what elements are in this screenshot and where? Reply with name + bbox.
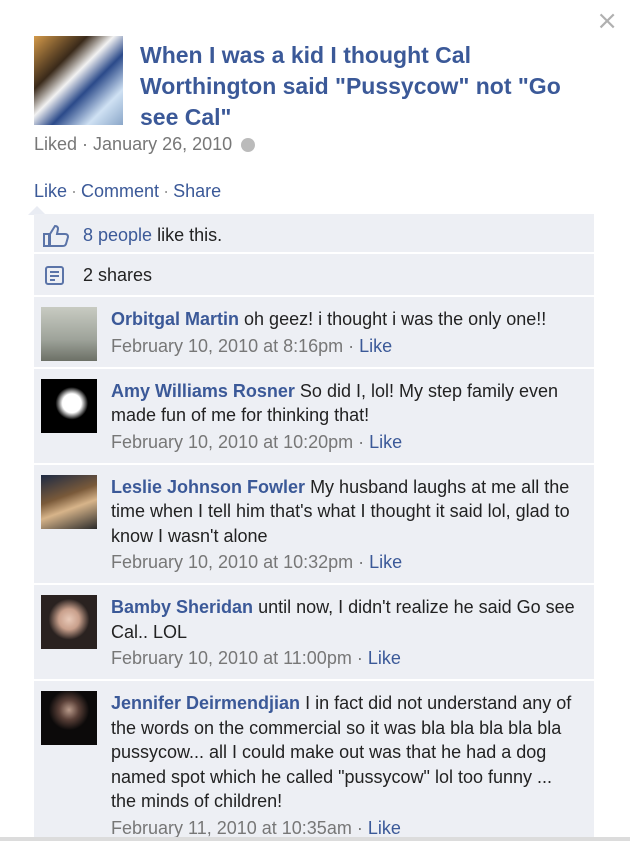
post-photo[interactable] [34,36,123,125]
comment-item: Jennifer Deirmendjian I in fact did not … [34,681,594,841]
comment-time[interactable]: February 10, 2010 at 11:00pm [111,648,352,668]
share-icon [42,264,66,293]
globe-icon [241,138,256,152]
commenter-name[interactable]: Jennifer Deirmendjian [111,693,300,713]
comment-item: Orbitgal Martin oh geez! i thought i was… [34,297,594,369]
thumbs-up-icon [42,224,70,253]
shares-summary: 2 shares [34,254,594,297]
post-meta: Liked · January 26, 2010 [34,134,256,155]
likes-summary: 8 people like this. [34,214,594,254]
comment-like-link[interactable]: Like [369,432,402,452]
post-date[interactable]: January 26, 2010 [93,134,232,154]
comment-time[interactable]: February 10, 2010 at 10:32pm [111,552,353,572]
comment-link[interactable]: Comment [81,181,159,201]
commenter-name[interactable]: Orbitgal Martin [111,309,239,329]
liked-status: Liked [34,134,78,154]
comment-text: oh geez! i thought i was the only one!! [244,309,547,329]
comment-like-link[interactable]: Like [368,648,401,668]
commenter-avatar[interactable] [41,307,97,361]
shares-link[interactable]: 2 shares [83,265,152,286]
commenter-name[interactable]: Bamby Sheridan [111,597,253,617]
commenter-avatar[interactable] [41,691,97,745]
comment-time[interactable]: February 10, 2010 at 10:20pm [111,432,353,452]
like-link[interactable]: Like [34,181,67,201]
post-actions: Like · Comment · Share [34,181,222,201]
commenter-name[interactable]: Amy Williams Rosner [111,381,295,401]
post-title[interactable]: When I was a kid I thought Cal Worthingt… [140,40,590,133]
comment-like-link[interactable]: Like [369,552,402,572]
horizontal-scrollbar[interactable] [0,837,630,841]
commenter-avatar[interactable] [41,378,97,433]
share-link[interactable]: Share [173,181,221,201]
likes-count-link[interactable]: 8 people [83,225,152,245]
close-icon[interactable]: × [596,8,618,34]
comment-like-link[interactable]: Like [368,818,401,838]
comment-item: Leslie Johnson Fowler My husband laughs … [34,464,594,585]
comment-item: Amy Williams Rosner So did I, lol! My st… [34,368,594,465]
comment-item: Bamby Sheridan until now, I didn't reali… [34,585,594,681]
commenter-avatar[interactable] [41,595,97,649]
comment-time[interactable]: February 11, 2010 at 10:35am [111,818,352,838]
comment-like-link[interactable]: Like [359,336,392,356]
comment-time[interactable]: February 10, 2010 at 8:16pm [111,336,343,356]
commenter-avatar[interactable] [41,474,97,529]
commenter-name[interactable]: Leslie Johnson Fowler [111,477,305,497]
ufi-feed: 8 people like this. 2 shares Orbitgal Ma… [34,214,594,841]
